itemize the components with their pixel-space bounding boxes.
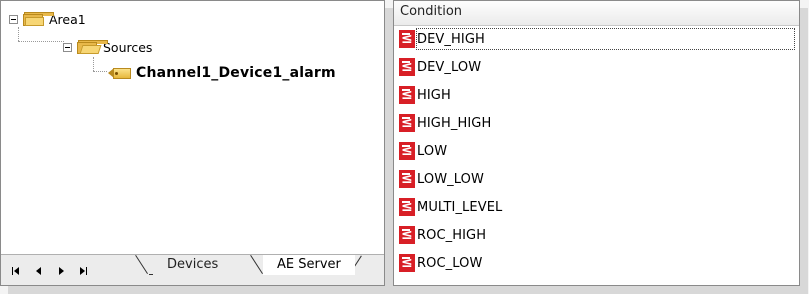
condition-label: MULTI_LEVEL [417,199,503,215]
condition-label: HIGH_HIGH [417,115,492,131]
condition-row-dev-low[interactable]: ≤ DEV_LOW [394,53,799,81]
next-tab-button[interactable] [57,266,67,276]
tree-connector [93,57,94,71]
tab-label: AE Server [277,257,341,272]
condition-pane: Condition ≤ DEV_HIGH ≤ DEV_LOW ≤ HIGH ≤ … [393,0,800,286]
less-equal-icon: ≤ [399,198,415,216]
less-equal-icon: ≤ [399,114,415,132]
less-equal-icon: ≤ [399,58,415,76]
condition-row-dev-high[interactable]: ≤ DEV_HIGH [394,25,799,53]
alarm-configuration-view: Area1 Sources Channel1_Device1_alarm Dev… [0,0,800,286]
condition-row-low-low[interactable]: ≤ LOW_LOW [394,165,799,193]
condition-row-multi-level[interactable]: ≤ MULTI_LEVEL [394,193,799,221]
condition-label: ROC_LOW [417,255,483,271]
last-tab-button[interactable] [79,266,89,276]
collapse-icon[interactable] [9,14,18,24]
condition-row-high[interactable]: ≤ HIGH [394,81,799,109]
condition-row-high-high[interactable]: ≤ HIGH_HIGH [394,109,799,137]
sheet-tab-strip: Devices AE Server [1,254,384,285]
less-equal-icon: ≤ [399,226,415,244]
tab-label: Devices [167,257,219,272]
condition-label: ROC_HIGH [417,227,487,243]
tree-node-label: Channel1_Device1_alarm [136,65,336,81]
condition-column-header[interactable]: Condition [394,1,799,26]
tree-node-alarm[interactable]: Channel1_Device1_alarm [107,65,336,81]
less-equal-icon: ≤ [399,86,415,104]
folder-icon [22,11,54,27]
less-equal-icon: ≤ [399,142,415,160]
less-equal-icon: ≤ [399,254,415,272]
tab-devices[interactable]: Devices [153,255,233,275]
source-tree: Area1 Sources Channel1_Device1_alarm [1,1,384,255]
condition-label: LOW [417,143,448,159]
condition-row-roc-low[interactable]: ≤ ROC_LOW [394,249,799,277]
first-tab-button[interactable] [11,266,21,276]
condition-row-roc-high[interactable]: ≤ ROC_HIGH [394,221,799,249]
condition-label: DEV_LOW [417,59,482,75]
tab-ae-server[interactable]: AE Server [263,255,355,275]
tree-node-label: Area1 [49,11,86,27]
tab-outline [135,255,148,274]
folder-open-icon [76,39,108,55]
tree-connector [18,27,19,41]
tree-node-label: Sources [103,39,153,55]
less-equal-icon: ≤ [399,30,415,48]
tree-connector [93,71,107,72]
condition-label: DEV_HIGH [417,31,485,47]
tab-outline [250,255,263,274]
column-header-label: Condition [400,4,463,19]
tag-icon [107,65,133,81]
tree-node-sources[interactable]: Sources [63,39,152,55]
tree-node-area[interactable]: Area1 [9,11,86,27]
source-tree-pane: Area1 Sources Channel1_Device1_alarm Dev… [0,0,385,286]
previous-tab-button[interactable] [34,266,44,276]
tree-connector [18,41,64,42]
less-equal-icon: ≤ [399,170,415,188]
condition-label: LOW_LOW [417,171,484,187]
condition-row-low[interactable]: ≤ LOW [394,137,799,165]
condition-label: HIGH [417,87,451,103]
condition-list: ≤ DEV_HIGH ≤ DEV_LOW ≤ HIGH ≤ HIGH_HIGH … [394,25,799,277]
collapse-icon[interactable] [63,42,72,52]
